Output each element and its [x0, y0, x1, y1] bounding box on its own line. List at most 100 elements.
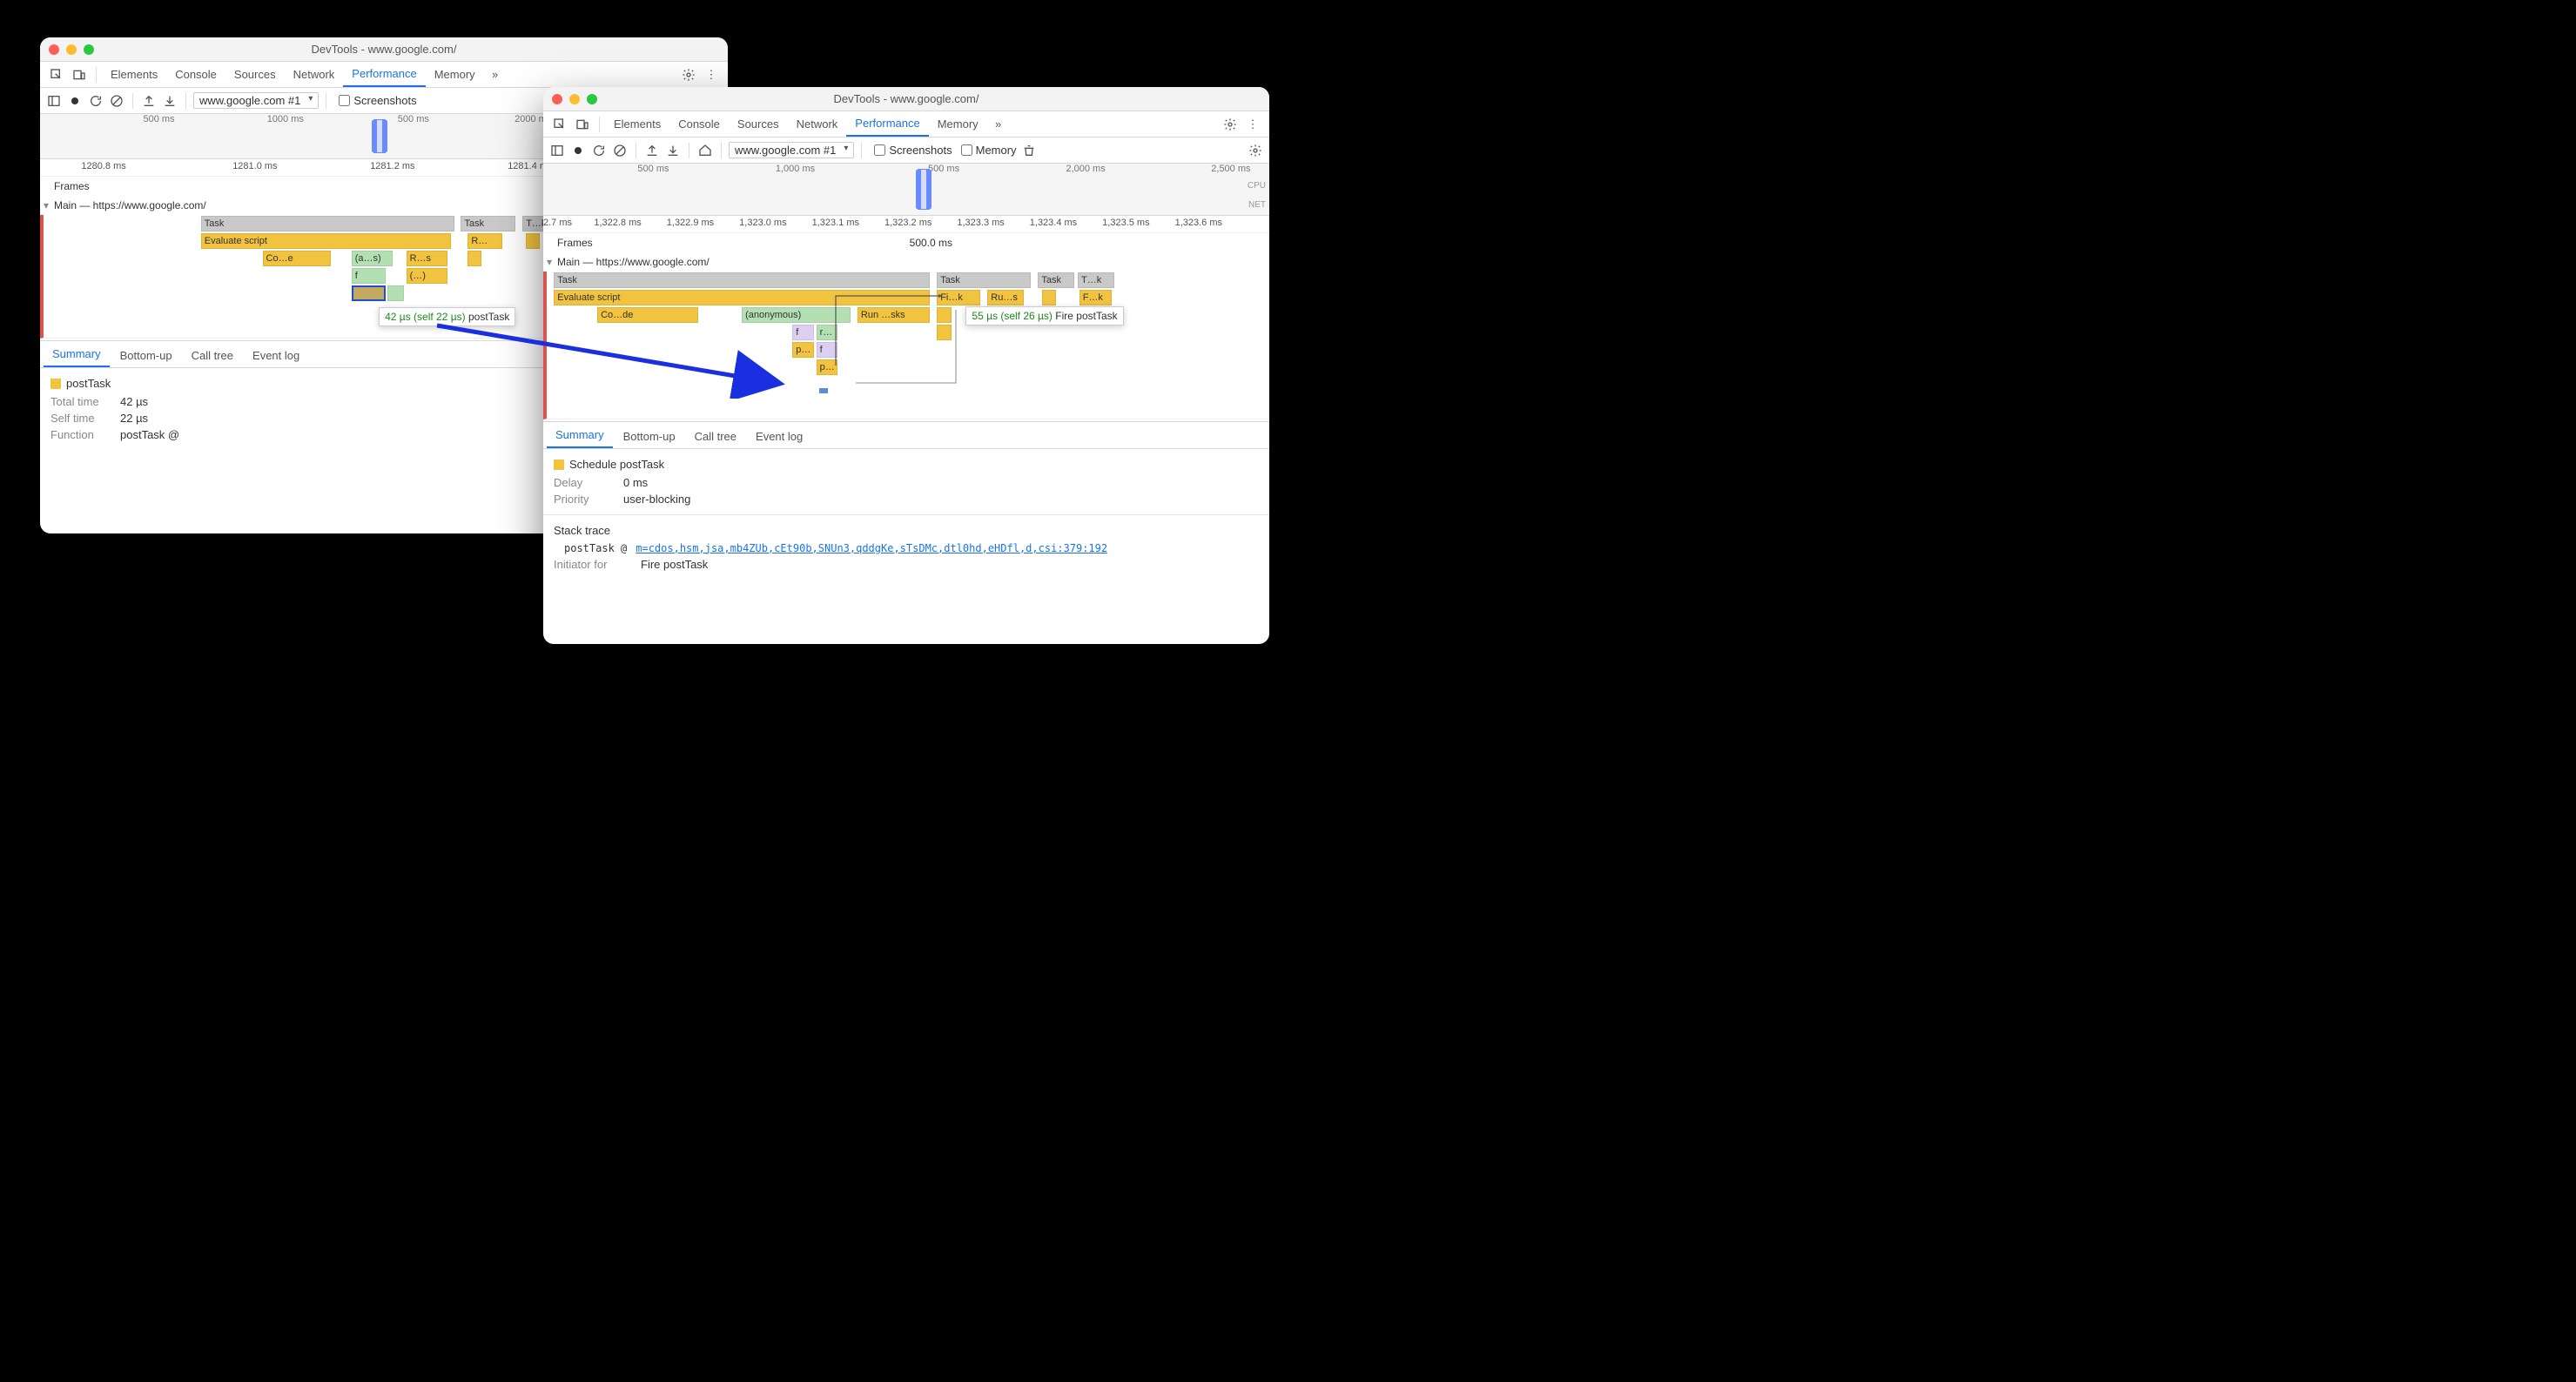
tab-bottom-up[interactable]: Bottom-up	[615, 425, 684, 448]
window-title: DevTools - www.google.com/	[49, 43, 719, 56]
flame-task[interactable]: T…k	[1078, 272, 1114, 288]
stack-trace-title: Stack trace	[554, 524, 1259, 537]
gc-icon[interactable]	[1020, 142, 1038, 159]
perf-toolbar: www.google.com #1 Screenshots Memory	[543, 138, 1269, 164]
maximize-icon[interactable]	[587, 94, 597, 104]
close-icon[interactable]	[49, 44, 59, 55]
tab-elements[interactable]: Elements	[102, 62, 166, 87]
flame-selected[interactable]	[352, 285, 386, 301]
tab-elements[interactable]: Elements	[605, 111, 669, 137]
device-icon[interactable]	[71, 66, 88, 84]
maximize-icon[interactable]	[84, 44, 94, 55]
overview-viewport[interactable]	[918, 169, 930, 210]
flame-f[interactable]: f	[352, 268, 386, 284]
flame-p[interactable]: p…	[792, 342, 814, 358]
tab-sources[interactable]: Sources	[729, 111, 788, 137]
tab-summary[interactable]: Summary	[44, 342, 110, 367]
inspect-icon[interactable]	[48, 66, 65, 84]
minimize-icon[interactable]	[66, 44, 77, 55]
clear-icon[interactable]	[611, 142, 629, 159]
time-ruler-right: 2.7 ms 1,322.8 ms 1,322.9 ms 1,323.0 ms …	[543, 216, 1269, 233]
download-icon[interactable]	[664, 142, 682, 159]
toggle-panel-icon[interactable]	[548, 142, 566, 159]
flame-code[interactable]: Co…de	[597, 307, 698, 323]
reload-icon[interactable]	[87, 92, 104, 110]
swatch-icon	[50, 379, 61, 389]
tab-network[interactable]: Network	[285, 62, 344, 87]
more-tabs-icon[interactable]: »	[487, 66, 504, 84]
home-icon[interactable]	[696, 142, 714, 159]
flame-f2[interactable]: f	[817, 342, 838, 358]
flame-task[interactable]: Task	[461, 216, 515, 231]
screenshots-checkbox[interactable]: Screenshots	[874, 144, 952, 157]
flame-paren[interactable]: (…)	[407, 268, 447, 284]
tab-event-log[interactable]: Event log	[244, 344, 308, 367]
stack-trace-link[interactable]: m=cdos,hsm,jsa,mb4ZUb,cEt90b,SNUn3,qddgK…	[636, 542, 1107, 554]
record-icon[interactable]	[569, 142, 587, 159]
upload-icon[interactable]	[643, 142, 661, 159]
tab-call-tree[interactable]: Call tree	[686, 425, 745, 448]
screenshots-checkbox[interactable]: Screenshots	[339, 94, 416, 107]
detail-body-right: Schedule postTask Delay0 ms Priorityuser…	[543, 449, 1269, 583]
flame-eval-script[interactable]: Evaluate script	[554, 290, 930, 305]
window-right: DevTools - www.google.com/ Elements Cons…	[543, 87, 1269, 644]
flame-r[interactable]: r…	[817, 325, 838, 340]
record-icon[interactable]	[66, 92, 84, 110]
site-select[interactable]: www.google.com #1	[193, 92, 319, 109]
inspect-icon[interactable]	[551, 116, 568, 133]
collapse-icon[interactable]: ▾	[40, 199, 52, 211]
clear-icon[interactable]	[108, 92, 125, 110]
flame-run[interactable]: Run …sks	[858, 307, 930, 323]
flame-fik[interactable]: Fi…k	[937, 290, 980, 305]
gear-icon[interactable]	[1247, 142, 1264, 159]
flame-code[interactable]: Co…e	[263, 251, 332, 266]
toggle-panel-icon[interactable]	[45, 92, 63, 110]
kebab-icon[interactable]: ⋮	[703, 66, 720, 84]
flame-f[interactable]: f	[792, 325, 814, 340]
more-tabs-icon[interactable]: »	[990, 116, 1007, 133]
tab-bottom-up[interactable]: Bottom-up	[111, 344, 181, 367]
tab-memory[interactable]: Memory	[426, 62, 484, 87]
flame-anon[interactable]: (anonymous)	[742, 307, 851, 323]
overview-viewport[interactable]	[373, 119, 386, 153]
site-select[interactable]: www.google.com #1	[729, 142, 854, 158]
flame-right[interactable]: Task Task Task T…k Evaluate script Fi…k …	[543, 272, 1269, 419]
overview-right[interactable]: 500 ms 1,000 ms 500 ms 2,000 ms 2,500 ms…	[543, 164, 1269, 216]
titlebar: DevTools - www.google.com/	[543, 87, 1269, 111]
device-icon[interactable]	[574, 116, 591, 133]
tab-console[interactable]: Console	[669, 111, 729, 137]
minimize-icon[interactable]	[569, 94, 580, 104]
download-icon[interactable]	[161, 92, 178, 110]
flame-task[interactable]: Task	[201, 216, 454, 231]
flame-task[interactable]: Task	[1038, 272, 1074, 288]
flame-r[interactable]: R…	[467, 233, 501, 249]
flame-p2[interactable]: p…	[817, 359, 838, 375]
reload-icon[interactable]	[590, 142, 608, 159]
flame-task[interactable]: Task	[937, 272, 1031, 288]
flame-task[interactable]: Task	[554, 272, 930, 288]
tab-network[interactable]: Network	[788, 111, 847, 137]
collapse-icon[interactable]: ▾	[543, 256, 555, 268]
gear-icon[interactable]	[680, 66, 697, 84]
flame-anon[interactable]: (a…s)	[352, 251, 393, 266]
tab-event-log[interactable]: Event log	[747, 425, 811, 448]
upload-icon[interactable]	[140, 92, 158, 110]
tab-memory[interactable]: Memory	[929, 111, 987, 137]
frames-track-label: Frames	[555, 237, 593, 249]
memory-checkbox[interactable]: Memory	[961, 144, 1017, 157]
close-icon[interactable]	[552, 94, 562, 104]
tab-summary[interactable]: Summary	[547, 423, 613, 448]
tab-call-tree[interactable]: Call tree	[183, 344, 242, 367]
tab-sources[interactable]: Sources	[225, 62, 285, 87]
gear-icon[interactable]	[1221, 116, 1239, 133]
flame-runs[interactable]: R…s	[407, 251, 447, 266]
tab-performance[interactable]: Performance	[343, 62, 425, 87]
flame-eval-script[interactable]: Evaluate script	[201, 233, 451, 249]
flame-rus[interactable]: Ru…s	[987, 290, 1024, 305]
flame-fk[interactable]: F…k	[1079, 290, 1112, 305]
tab-performance[interactable]: Performance	[846, 111, 928, 137]
frames-track-label: Frames	[52, 180, 90, 192]
kebab-icon[interactable]: ⋮	[1244, 116, 1261, 133]
tab-console[interactable]: Console	[166, 62, 225, 87]
flame-tiny[interactable]	[819, 388, 828, 393]
